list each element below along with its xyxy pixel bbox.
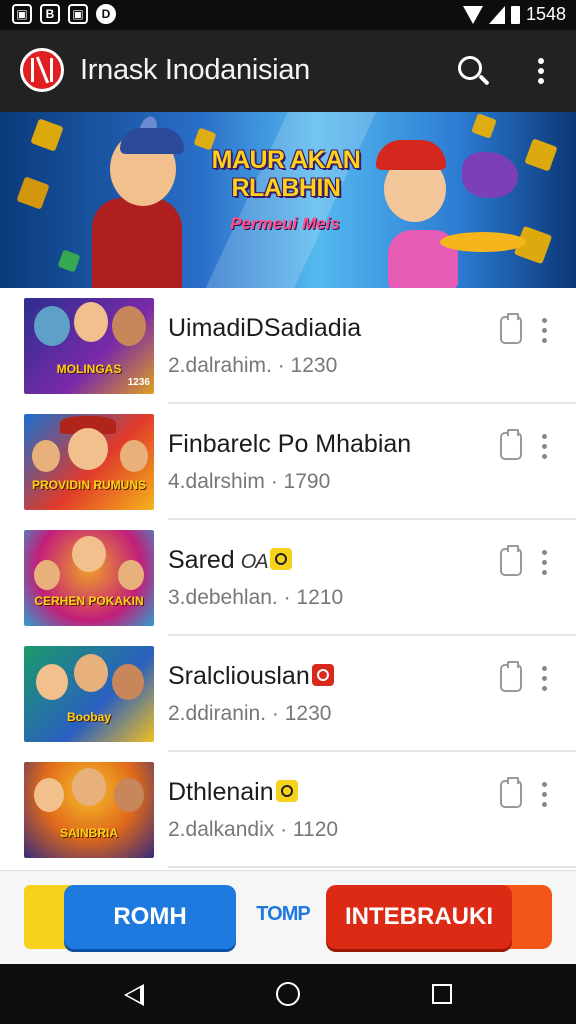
game-title: UimadiDSadiadia bbox=[168, 314, 362, 342]
photo-app-icon: ▣ bbox=[68, 4, 88, 24]
game-title: Sared OA bbox=[168, 546, 292, 575]
game-title: Sralcliouslan bbox=[168, 662, 334, 691]
wifi-icon bbox=[462, 5, 483, 24]
battery-icon bbox=[510, 5, 520, 24]
game-title-tag: OA bbox=[240, 551, 269, 573]
clipboard-icon[interactable] bbox=[500, 545, 522, 576]
game-meta: 4.dalrshim · 1790 bbox=[168, 470, 331, 493]
clock: 1548 bbox=[525, 4, 566, 24]
game-thumbnail: MOLINGAS 1236 bbox=[24, 298, 154, 394]
game-badge-icon bbox=[275, 780, 298, 802]
action-bar: ROMH TOMP INTEBRAUKI bbox=[0, 870, 576, 964]
banner-title: MAUR AKAN RLABHIN bbox=[211, 146, 361, 202]
banner-character-left bbox=[92, 198, 182, 288]
game-list: MOLINGAS 1236 UimadiDSadiadia 2.dalrahim… bbox=[0, 288, 576, 868]
app-title: Irnask Inodanisian bbox=[80, 54, 310, 86]
middle-action-link[interactable]: TOMP bbox=[246, 903, 320, 926]
back-icon[interactable] bbox=[124, 984, 144, 1006]
game-thumbnail: PROVIDIN RUMUNS bbox=[24, 414, 154, 510]
list-item[interactable]: MOLINGAS 1236 UimadiDSadiadia 2.dalrahim… bbox=[0, 288, 576, 404]
signal-icon bbox=[488, 5, 505, 24]
game-title: Dthlenain bbox=[168, 778, 298, 807]
item-menu-icon[interactable] bbox=[541, 318, 549, 344]
gallery-icon: ▣ bbox=[12, 4, 32, 24]
game-badge-icon bbox=[269, 548, 292, 570]
status-bar: ▣ B ▣ D 1548 bbox=[0, 0, 576, 30]
primary-action-button[interactable]: ROMH bbox=[64, 885, 236, 949]
game-meta: 2.ddiranin. · 1230 bbox=[168, 702, 332, 725]
b-app-icon: B bbox=[40, 4, 60, 24]
game-meta: 2.dalrahim. · 1230 bbox=[168, 354, 338, 377]
item-menu-icon[interactable] bbox=[541, 434, 549, 460]
app-logo-icon bbox=[20, 48, 64, 92]
game-thumbnail: SAINBRIA bbox=[24, 762, 154, 858]
list-item[interactable]: CERHEN POKAKIN Sared OA 3.debehlan. · 121… bbox=[0, 520, 576, 636]
list-item[interactable]: PROVIDIN RUMUNS Finbarelc Po Mhabian 4.d… bbox=[0, 404, 576, 520]
game-badge-icon bbox=[311, 664, 334, 686]
game-meta: 2.dalkandix · 1120 bbox=[168, 818, 339, 841]
game-thumbnail: CERHEN POKAKIN bbox=[24, 530, 154, 626]
recents-icon[interactable] bbox=[432, 984, 452, 1004]
clipboard-icon[interactable] bbox=[500, 661, 522, 692]
item-menu-icon[interactable] bbox=[541, 666, 549, 692]
list-item[interactable]: Boobay Sralcliouslan 2.ddiranin. · 1230 bbox=[0, 636, 576, 752]
secondary-action-button[interactable]: INTEBRAUKI bbox=[326, 885, 512, 949]
item-menu-icon[interactable] bbox=[541, 550, 549, 576]
item-menu-icon[interactable] bbox=[541, 782, 549, 808]
app-bar: Irnask Inodanisian bbox=[0, 30, 576, 112]
game-title: Finbarelc Po Mhabian bbox=[168, 430, 412, 458]
overflow-menu-icon[interactable] bbox=[536, 58, 546, 88]
featured-banner[interactable]: MAUR AKAN RLABHIN Permeui Meis bbox=[0, 112, 576, 288]
game-meta: 3.debehlan. · 1210 bbox=[168, 586, 344, 609]
home-icon[interactable] bbox=[276, 982, 300, 1006]
d-app-icon: D bbox=[96, 4, 116, 24]
banner-subtitle: Permeui Meis bbox=[230, 214, 340, 233]
clipboard-icon[interactable] bbox=[500, 313, 522, 344]
system-icons: 1548 bbox=[462, 4, 566, 25]
navigation-bar bbox=[0, 964, 576, 1024]
notification-icons: ▣ B ▣ D bbox=[12, 4, 116, 24]
game-thumbnail: Boobay bbox=[24, 646, 154, 742]
clipboard-icon[interactable] bbox=[500, 777, 522, 808]
clipboard-icon[interactable] bbox=[500, 429, 522, 460]
list-item[interactable]: SAINBRIA Dthlenain 2.dalkandix · 1120 bbox=[0, 752, 576, 868]
